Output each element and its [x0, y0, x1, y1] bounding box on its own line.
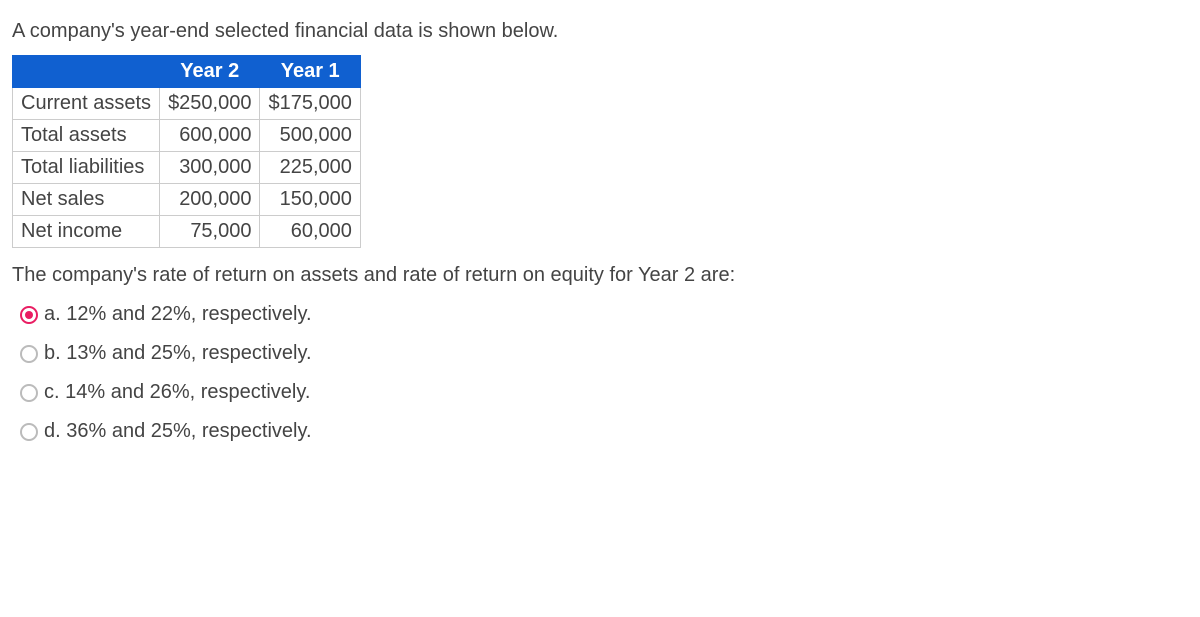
table-row: Net income 75,000 60,000	[13, 216, 361, 248]
row-value-y2: 600,000	[160, 120, 260, 152]
row-value-y2: 200,000	[160, 184, 260, 216]
row-label: Net income	[13, 216, 160, 248]
row-label: Total liabilities	[13, 152, 160, 184]
question-intro: A company's year-end selected financial …	[12, 20, 1188, 43]
question-prompt: The company's rate of return on assets a…	[12, 264, 1188, 287]
row-value-y1: 500,000	[260, 120, 360, 152]
financial-data-table: Year 2 Year 1 Current assets $250,000 $1…	[12, 55, 361, 248]
table-row: Current assets $250,000 $175,000	[13, 88, 361, 120]
option-label: a. 12% and 22%, respectively.	[44, 303, 312, 326]
table-header-year1: Year 1	[260, 56, 360, 88]
row-value-y1: 60,000	[260, 216, 360, 248]
row-label: Total assets	[13, 120, 160, 152]
row-label: Net sales	[13, 184, 160, 216]
option-a[interactable]: a. 12% and 22%, respectively.	[20, 303, 1188, 326]
row-value-y2: 75,000	[160, 216, 260, 248]
table-header-empty	[13, 56, 160, 88]
option-d[interactable]: d. 36% and 25%, respectively.	[20, 420, 1188, 443]
radio-icon	[20, 384, 38, 402]
radio-icon	[20, 345, 38, 363]
table-row: Net sales 200,000 150,000	[13, 184, 361, 216]
row-value-y1: $175,000	[260, 88, 360, 120]
table-row: Total assets 600,000 500,000	[13, 120, 361, 152]
table-header-year2: Year 2	[160, 56, 260, 88]
row-value-y2: $250,000	[160, 88, 260, 120]
row-value-y1: 225,000	[260, 152, 360, 184]
table-row: Total liabilities 300,000 225,000	[13, 152, 361, 184]
option-label: c. 14% and 26%, respectively.	[44, 381, 310, 404]
row-label: Current assets	[13, 88, 160, 120]
option-c[interactable]: c. 14% and 26%, respectively.	[20, 381, 1188, 404]
radio-icon	[20, 306, 38, 324]
radio-icon	[20, 423, 38, 441]
option-b[interactable]: b. 13% and 25%, respectively.	[20, 342, 1188, 365]
answer-options: a. 12% and 22%, respectively. b. 13% and…	[20, 303, 1188, 443]
option-label: d. 36% and 25%, respectively.	[44, 420, 312, 443]
row-value-y2: 300,000	[160, 152, 260, 184]
row-value-y1: 150,000	[260, 184, 360, 216]
option-label: b. 13% and 25%, respectively.	[44, 342, 312, 365]
